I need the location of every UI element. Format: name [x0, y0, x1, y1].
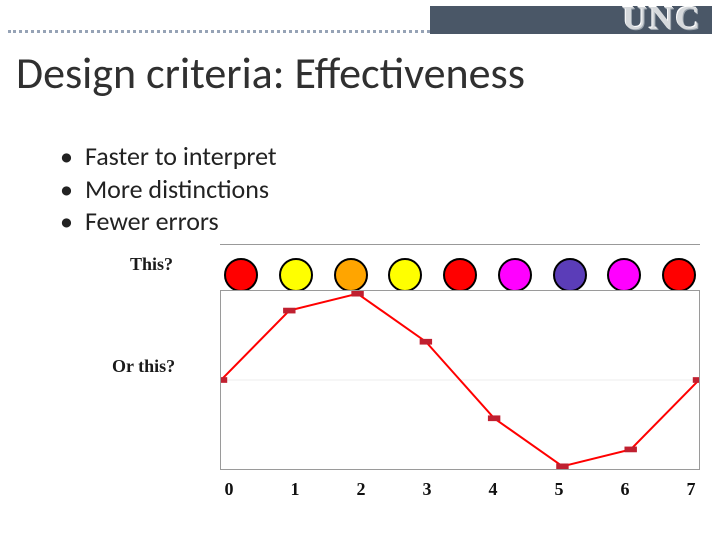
x-tick: 0 — [220, 479, 238, 500]
header-bar — [8, 6, 712, 34]
x-tick: 7 — [682, 479, 700, 500]
x-tick: 4 — [484, 479, 502, 500]
x-tick: 3 — [418, 479, 436, 500]
x-tick: 5 — [550, 479, 568, 500]
x-tick: 1 — [286, 479, 304, 500]
bullet-item: Fewer errors — [60, 205, 277, 238]
bullet-list: Faster to interpret More distinctions Fe… — [60, 140, 277, 238]
color-swatch — [443, 258, 477, 292]
color-swatch — [607, 258, 641, 292]
bullet-item: More distinctions — [60, 173, 277, 206]
x-axis-ticks: 0 1 2 3 4 5 6 7 — [220, 479, 700, 500]
label-or-this: Or this? — [112, 356, 175, 377]
bullet-item: Faster to interpret — [60, 140, 277, 173]
x-tick: 2 — [352, 479, 370, 500]
color-swatch — [279, 258, 313, 292]
x-tick: 6 — [616, 479, 634, 500]
label-this: This? — [130, 254, 173, 275]
chart-svg — [221, 291, 699, 469]
logo-text: UNC — [622, 0, 702, 38]
color-swatch — [553, 258, 587, 292]
header-dotted — [8, 30, 430, 34]
color-swatch — [334, 258, 368, 292]
line-chart — [220, 290, 700, 470]
color-swatch — [224, 258, 258, 292]
color-swatch — [662, 258, 696, 292]
page-title: Design criteria: Effectiveness — [16, 46, 525, 100]
color-swatch — [388, 258, 422, 292]
color-swatch — [498, 258, 532, 292]
